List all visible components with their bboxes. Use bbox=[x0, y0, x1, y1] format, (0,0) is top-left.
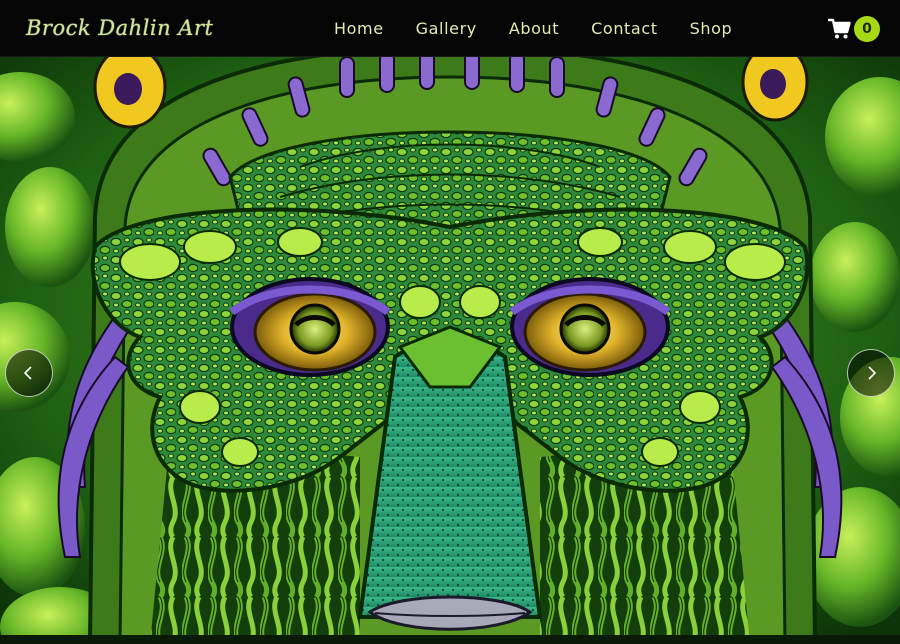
nav-home-link[interactable]: Home bbox=[318, 19, 400, 38]
top-navbar: Brock Dahlin Art Home Gallery About Cont… bbox=[0, 0, 900, 57]
hero-slider bbox=[0, 57, 900, 644]
nav-gallery-link[interactable]: Gallery bbox=[400, 19, 493, 38]
cart-button[interactable]: 0 bbox=[828, 14, 880, 44]
hero-artwork-image bbox=[0, 57, 900, 644]
site-logo[interactable]: Brock Dahlin Art bbox=[26, 13, 213, 43]
slider-prev-button[interactable] bbox=[5, 349, 53, 397]
chevron-left-icon[interactable] bbox=[21, 365, 37, 381]
nav-shop-link[interactable]: Shop bbox=[674, 19, 749, 38]
chevron-right-icon[interactable] bbox=[863, 365, 879, 381]
slider-next-button[interactable] bbox=[847, 349, 895, 397]
shopping-cart-icon[interactable] bbox=[828, 18, 852, 40]
cart-count-badge[interactable]: 0 bbox=[854, 16, 880, 42]
nav-contact-link[interactable]: Contact bbox=[575, 19, 673, 38]
logo-text[interactable]: Brock Dahlin Art bbox=[26, 16, 213, 40]
nav-about-link[interactable]: About bbox=[493, 19, 575, 38]
main-nav: Home Gallery About Contact Shop bbox=[318, 0, 748, 57]
